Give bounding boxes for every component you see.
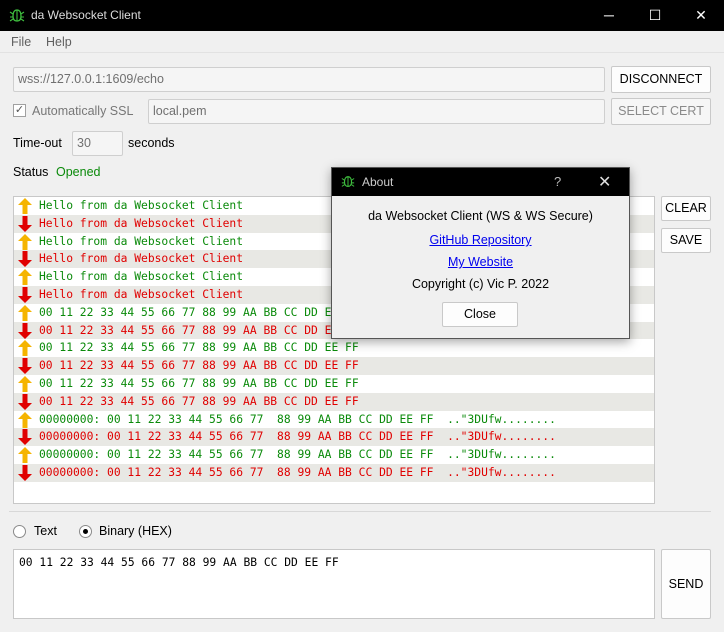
arrow-down-icon [18,358,32,375]
text-mode-label: Text [34,524,57,538]
log-row-text: 00 11 22 33 44 55 66 77 88 99 AA BB CC D… [39,323,359,337]
log-row: 00 11 22 33 44 55 66 77 88 99 AA BB CC D… [14,357,654,375]
log-row: 00 11 22 33 44 55 66 77 88 99 AA BB CC D… [14,375,654,393]
binary-mode-radio[interactable] [79,525,92,538]
log-row: 00000000: 00 11 22 33 44 55 66 77 88 99 … [14,428,654,447]
log-row-text: Hello from da Websocket Client [39,287,244,301]
arrow-down-icon [18,322,32,339]
minimize-icon[interactable]: ─ [586,0,632,31]
log-row-text: Hello from da Websocket Client [39,270,244,284]
menu-file[interactable]: File [11,35,31,49]
binary-mode-label: Binary (HEX) [99,524,172,538]
about-app-line: da Websocket Client (WS & WS Secure) [368,209,593,223]
log-row-text: Hello from da Websocket Client [39,252,244,266]
arrow-down-icon [18,251,32,268]
arrow-up-icon [18,304,32,321]
log-row-text: 00 11 22 33 44 55 66 77 88 99 AA BB CC D… [39,376,359,390]
divider [9,511,711,512]
arrow-down-icon [18,464,32,481]
timeout-unit-label: seconds [128,136,175,150]
menu-bar: File Help [0,31,724,53]
save-button[interactable]: SAVE [661,228,711,253]
send-button[interactable]: SEND [661,549,711,619]
about-dialog: About ? ✕ da Websocket Client (WS & WS S… [331,167,630,339]
about-dialog-titlebar: About ? ✕ [332,168,629,196]
arrow-down-icon [18,286,32,303]
auto-ssl-checkbox[interactable]: ✓ [13,104,26,117]
select-cert-button[interactable]: SELECT CERT [611,98,711,125]
help-icon[interactable]: ? [554,174,561,189]
website-link[interactable]: My Website [448,255,513,269]
log-row: 00000000: 00 11 22 33 44 55 66 77 88 99 … [14,446,654,464]
arrow-up-icon [18,411,32,428]
app-icon [341,176,355,187]
text-mode-radio[interactable] [13,525,26,538]
window-title: da Websocket Client [31,8,141,22]
auto-ssl-label: Automatically SSL [32,104,134,118]
log-row: 00000000: 00 11 22 33 44 55 66 77 88 99 … [14,463,654,482]
close-icon[interactable]: ✕ [678,0,724,31]
about-close-button[interactable]: Close [442,302,518,327]
arrow-up-icon [18,198,32,214]
log-row-text: 00000000: 00 11 22 33 44 55 66 77 88 99 … [39,465,556,479]
log-row-text: 00000000: 00 11 22 33 44 55 66 77 88 99 … [39,430,556,444]
clear-button[interactable]: CLEAR [661,196,711,221]
timeout-input[interactable]: 30 [72,131,123,156]
github-link[interactable]: GitHub Repository [429,233,531,247]
arrow-up-icon [18,375,32,392]
log-row-text: 00 11 22 33 44 55 66 77 88 99 AA BB CC D… [39,394,359,408]
arrow-up-icon [18,269,32,286]
arrow-up-icon [18,233,32,250]
timeout-label: Time-out [13,136,62,150]
arrow-down-icon [18,393,32,410]
arrow-up-icon [18,447,32,464]
log-row-text: Hello from da Websocket Client [39,199,244,212]
log-row: 00 11 22 33 44 55 66 77 88 99 AA BB CC D… [14,392,654,411]
log-row: 00 11 22 33 44 55 66 77 88 99 AA BB CC D… [14,339,654,357]
copyright-text: Copyright (c) Vic P. 2022 [411,277,550,291]
log-row-text: Hello from da Websocket Client [39,216,244,230]
arrow-down-icon [18,215,32,232]
close-icon[interactable]: ✕ [598,172,611,192]
cert-input[interactable]: local.pem [148,99,605,124]
status-label: Status [13,165,49,179]
url-input[interactable]: wss://127.0.0.1:1609/echo [13,67,605,92]
arrow-down-icon [18,429,32,446]
about-dialog-title: About [362,175,394,189]
log-row-text: 00 11 22 33 44 55 66 77 88 99 AA BB CC D… [39,305,359,319]
log-row-text: 00 11 22 33 44 55 66 77 88 99 AA BB CC D… [39,359,359,373]
maximize-icon[interactable]: ☐ [632,0,678,31]
log-row-text: 00000000: 00 11 22 33 44 55 66 77 88 99 … [39,412,556,426]
disconnect-button[interactable]: DISCONNECT [611,66,711,93]
menu-help[interactable]: Help [46,35,72,49]
log-row-text: Hello from da Websocket Client [39,234,244,248]
log-row-text: 00 11 22 33 44 55 66 77 88 99 AA BB CC D… [39,341,359,355]
status-value: Opened [56,165,101,179]
log-row: 00000000: 00 11 22 33 44 55 66 77 88 99 … [14,411,654,429]
log-row-text: 00000000: 00 11 22 33 44 55 66 77 88 99 … [39,448,556,462]
arrow-up-icon [18,340,32,357]
message-input[interactable]: 00 11 22 33 44 55 66 77 88 99 AA BB CC D… [13,549,655,619]
app-icon [9,9,25,22]
window-titlebar: da Websocket Client ─ ☐ ✕ [0,0,724,31]
